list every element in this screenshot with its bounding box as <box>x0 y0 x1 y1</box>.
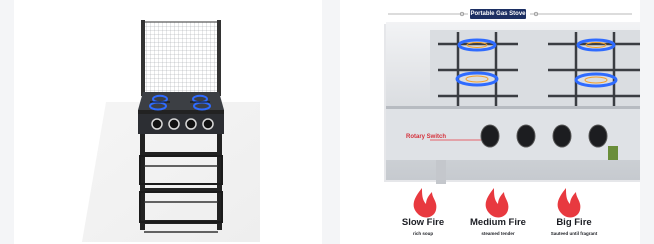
medium-fire-subtitle: steamed tender <box>481 231 515 236</box>
big-fire-subtitle: Sauteed until fragrant <box>550 231 598 236</box>
stove-stand-photo <box>42 6 300 242</box>
product-image-card-stove-stand[interactable] <box>14 0 322 244</box>
product-tag: Portable Gas Stove <box>470 9 526 19</box>
product-gallery: Portable Gas Stove Rotary Switch Slow Fi… <box>0 0 654 244</box>
burner-detail-photo <box>384 11 640 218</box>
flame-icons <box>413 188 581 218</box>
medium-fire-title: Medium Fire <box>470 217 526 228</box>
slow-fire-subtitle: rich soup <box>412 231 434 236</box>
rotary-switch-callout: Rotary Switch <box>406 134 447 140</box>
product-image-card-burner-details[interactable]: Portable Gas Stove Rotary Switch Slow Fi… <box>340 0 640 244</box>
slow-fire-title: Slow Fire <box>401 217 445 228</box>
big-fire-title: Big Fire <box>556 217 592 228</box>
